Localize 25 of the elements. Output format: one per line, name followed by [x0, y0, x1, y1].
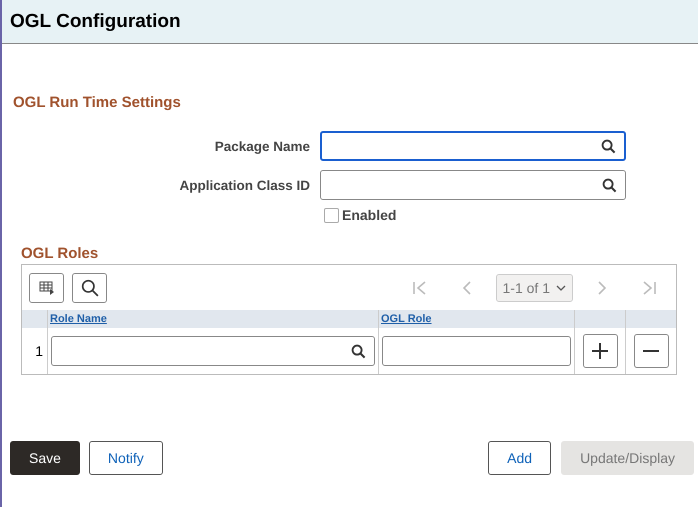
add-row-icon[interactable]: [582, 334, 618, 368]
action-button[interactable]: Notify: [88, 441, 163, 475]
delete-row-icon[interactable]: [634, 334, 668, 368]
action-button[interactable]: Add: [488, 441, 552, 475]
enabled-checkbox[interactable]: [324, 208, 339, 222]
search-icon[interactable]: [602, 178, 617, 192]
field-label: Application Class ID: [178, 178, 310, 192]
input-field[interactable]: [382, 336, 571, 366]
row-number: 1: [35, 343, 43, 359]
input-field[interactable]: [320, 170, 626, 200]
search-icon[interactable]: [351, 344, 366, 358]
section-title: OGL Run Time Settings: [13, 94, 182, 111]
field-label: Package Name: [214, 138, 310, 154]
page-dropdown[interactable]: 1-1 of 1: [496, 274, 573, 302]
column-header-link[interactable]: OGL Role: [381, 313, 432, 325]
search-icon[interactable]: [72, 272, 107, 302]
input-field[interactable]: [320, 131, 626, 161]
section-title: OGL Roles: [21, 245, 100, 262]
page-title: OGL Configuration: [10, 10, 181, 32]
action-button[interactable]: Save: [10, 441, 80, 475]
input-field[interactable]: [51, 336, 375, 366]
checkbox-label: Enabled: [342, 207, 396, 223]
chevron-down-icon: [556, 284, 566, 290]
column-header-link[interactable]: Role Name: [50, 313, 107, 325]
search-icon[interactable]: [601, 138, 616, 154]
